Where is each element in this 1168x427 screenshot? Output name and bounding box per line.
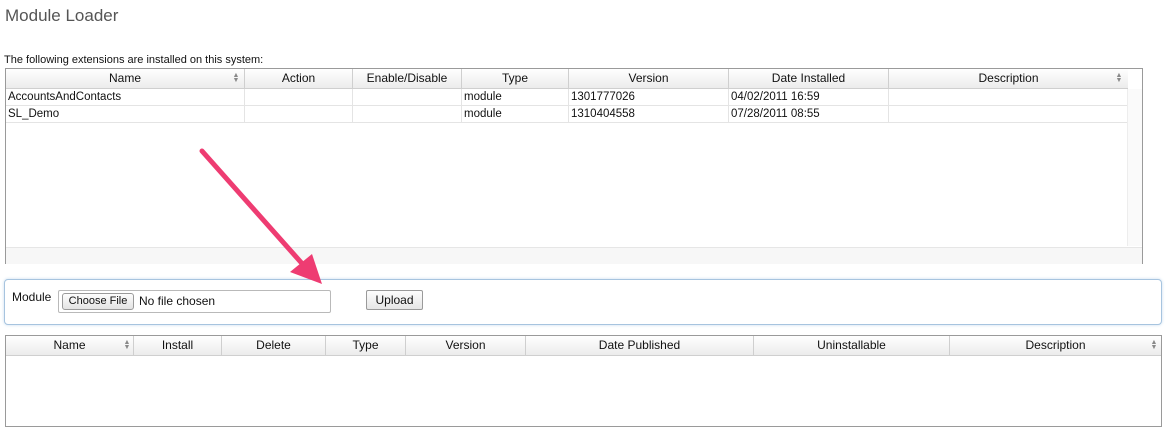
annotation-arrow <box>199 148 322 284</box>
arrow-shaft <box>199 148 309 271</box>
